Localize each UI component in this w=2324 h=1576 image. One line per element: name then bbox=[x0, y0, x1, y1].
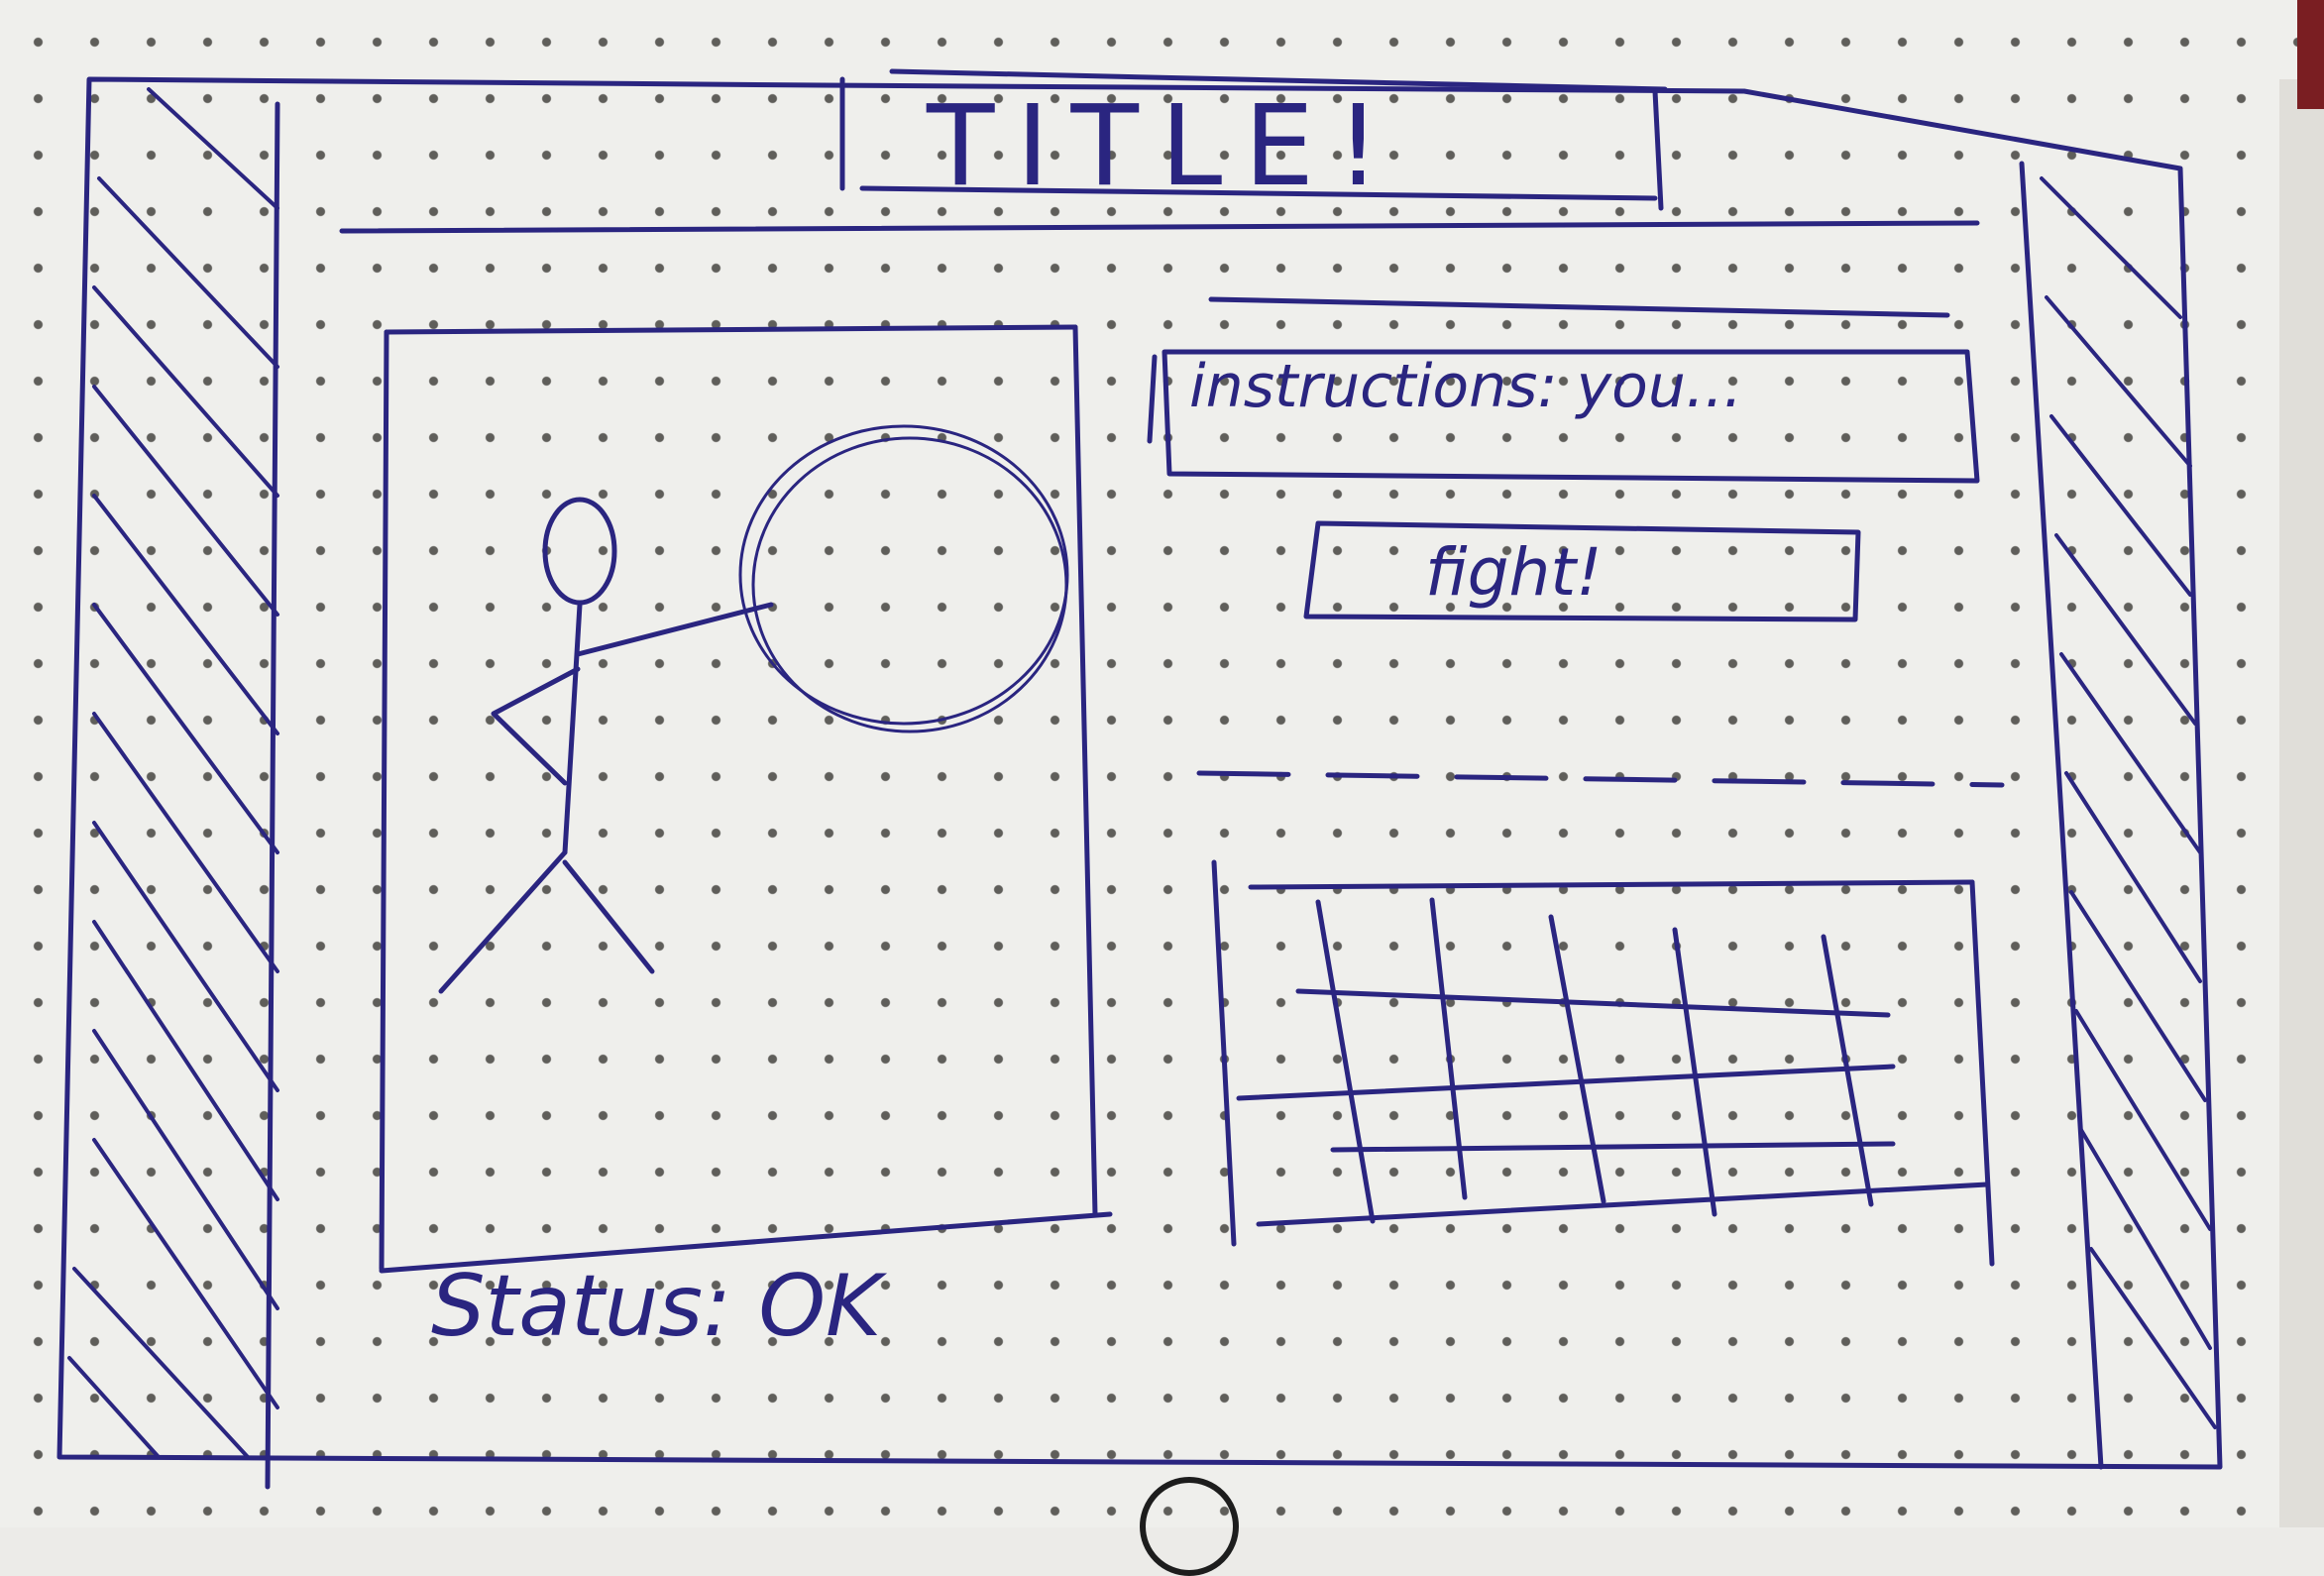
pen-mark bbox=[1140, 1477, 1239, 1576]
stick-figure-icon bbox=[438, 497, 774, 994]
wireframe-sketch bbox=[56, 68, 2223, 1490]
status-text: Status: OK bbox=[431, 1257, 882, 1356]
circle-target-icon bbox=[738, 424, 1069, 733]
dashed-divider bbox=[1196, 770, 2005, 788]
instructions-text: instructions: you... bbox=[1189, 352, 1743, 421]
left-sidebar bbox=[67, 87, 280, 1490]
page-title: TITLE! bbox=[927, 82, 1402, 211]
fight-button[interactable]: fight! bbox=[1425, 540, 1603, 606]
game-canvas bbox=[379, 324, 1113, 1274]
data-grid bbox=[1211, 859, 1995, 1267]
